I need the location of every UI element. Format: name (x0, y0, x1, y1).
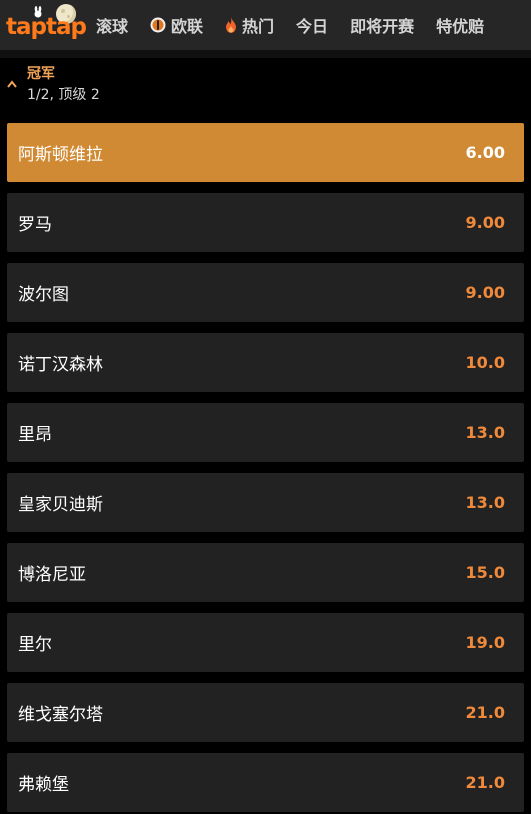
team-name: 里尔 (18, 635, 52, 655)
selection-row[interactable]: 诺丁汉森林 10.0 (7, 333, 524, 392)
nav-item-boosted-odds[interactable]: 特优赔 (436, 13, 484, 37)
selection-row[interactable]: 里尔 19.0 (7, 613, 524, 672)
selection-row[interactable]: 罗马 9.00 (7, 193, 524, 252)
team-name: 皇家贝迪斯 (18, 495, 103, 515)
odds-value: 19.0 (465, 633, 505, 652)
chevron-up-icon[interactable] (7, 80, 17, 88)
selection-row[interactable]: 阿斯顿维拉 6.00 (7, 123, 524, 182)
nav-item-europa-league[interactable]: 欧联 (150, 13, 203, 37)
nav-item-hot[interactable]: 热门 (225, 13, 274, 37)
header-divider (0, 50, 531, 58)
market-title: 冠军 (27, 66, 55, 82)
odds-value: 10.0 (465, 353, 505, 372)
taptap-logo[interactable]: taptap (6, 2, 87, 46)
odds-value: 21.0 (465, 703, 505, 722)
logo-text: taptap (6, 14, 87, 40)
team-name: 弗赖堡 (18, 775, 69, 795)
nav-item-label: 滚球 (96, 17, 129, 36)
odds-value: 6.00 (465, 143, 505, 162)
nav-item-label: 热门 (242, 17, 275, 36)
odds-value: 15.0 (465, 563, 505, 582)
nav-item-upcoming[interactable]: 即将开赛 (350, 13, 414, 37)
selection-row[interactable]: 波尔图 9.00 (7, 263, 524, 322)
nav-item-label: 欧联 (171, 17, 204, 36)
nav-item-label: 特优赔 (436, 17, 485, 36)
selection-row[interactable]: 博洛尼亚 15.0 (7, 543, 524, 602)
odds-value: 13.0 (465, 423, 505, 442)
main-nav: 滚球 欧联 热门 今日 即将开赛 特优赔 (96, 0, 506, 50)
team-name: 诺丁汉森林 (18, 355, 103, 375)
team-name: 里昂 (18, 425, 52, 445)
selection-row[interactable]: 皇家贝迪斯 13.0 (7, 473, 524, 532)
flame-icon (226, 17, 237, 33)
team-name: 罗马 (18, 215, 52, 235)
odds-value: 21.0 (465, 773, 505, 792)
team-name: 波尔图 (18, 285, 69, 305)
nav-item-today[interactable]: 今日 (296, 13, 328, 37)
odds-value: 9.00 (465, 283, 505, 302)
team-name: 阿斯顿维拉 (18, 145, 103, 165)
team-name: 维戈塞尔塔 (18, 705, 103, 725)
selection-row[interactable]: 弗赖堡 21.0 (7, 753, 524, 812)
nav-item-label: 即将开赛 (350, 17, 415, 36)
odds-value: 9.00 (465, 213, 505, 232)
market-subtitle: 1/2, 顶级 2 (27, 87, 100, 103)
nav-item-label: 今日 (296, 17, 329, 36)
top-navigation-bar: taptap 滚球 欧联 热门 今日 即将开赛 特优赔 (0, 0, 531, 50)
nav-item-inplay[interactable]: 滚球 (96, 13, 128, 37)
team-name: 博洛尼亚 (18, 565, 86, 585)
selection-row[interactable]: 维戈塞尔塔 21.0 (7, 683, 524, 742)
europa-league-icon (150, 17, 166, 33)
selection-row[interactable]: 里昂 13.0 (7, 403, 524, 462)
odds-value: 13.0 (465, 493, 505, 512)
